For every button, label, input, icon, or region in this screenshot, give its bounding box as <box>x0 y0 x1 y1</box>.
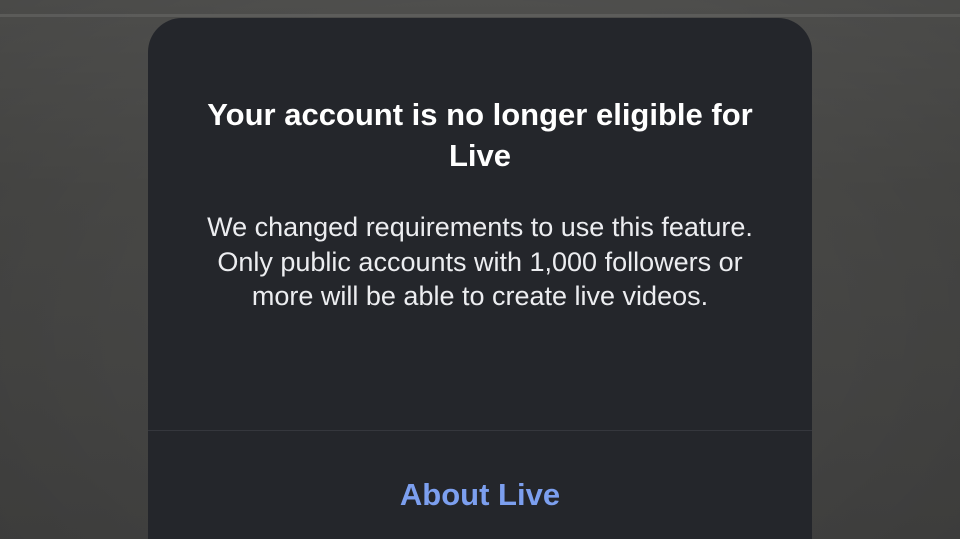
about-live-button[interactable]: About Live <box>148 431 812 539</box>
eligibility-alert-dialog: Your account is no longer eligible for L… <box>148 18 812 539</box>
dialog-title: Your account is no longer eligible for L… <box>207 97 753 173</box>
backdrop-edge <box>0 14 960 17</box>
dialog-message: We changed requirements to use this feat… <box>207 212 753 311</box>
dialog-body: Your account is no longer eligible for L… <box>148 18 812 430</box>
about-live-label: About Live <box>399 477 561 512</box>
